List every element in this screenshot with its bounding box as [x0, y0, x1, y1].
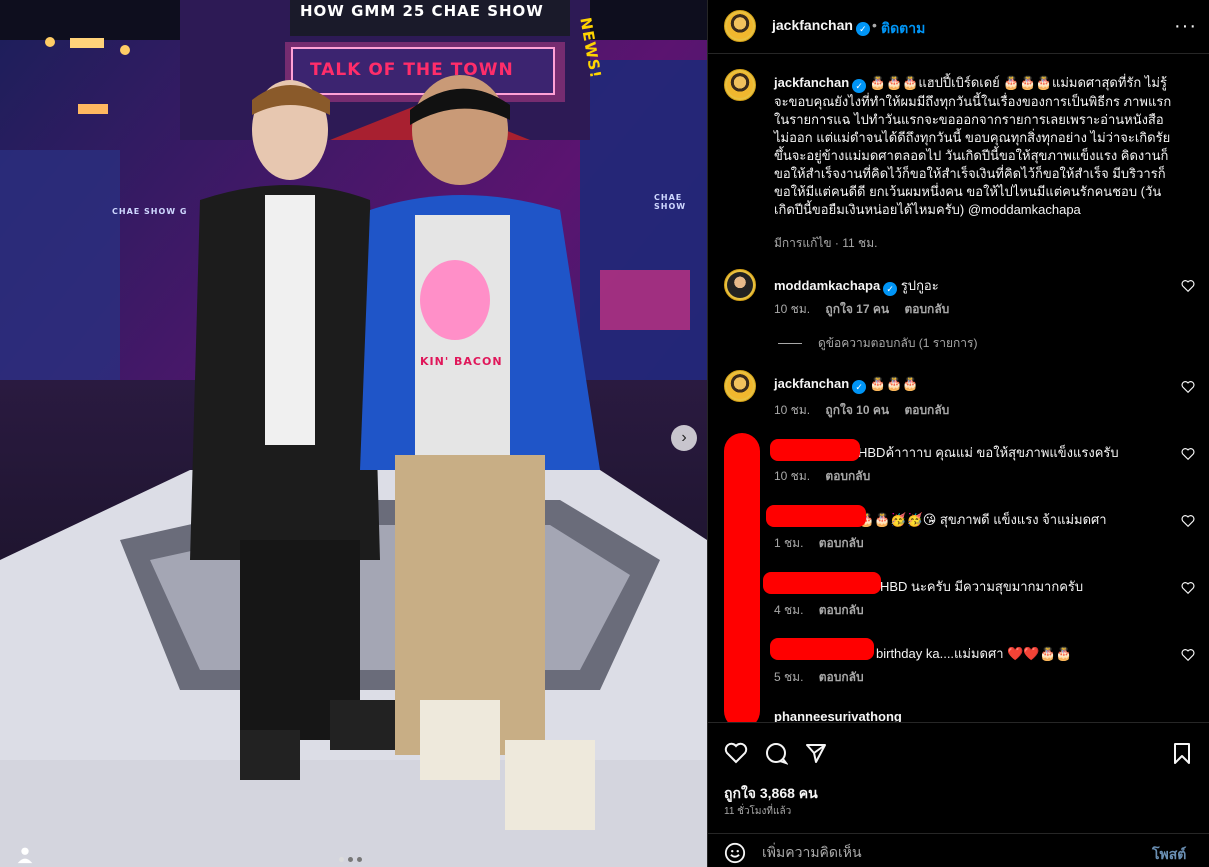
comment-body: HBD นะครับ มีความสุขมากมากครับ — [880, 579, 1084, 594]
reply-button[interactable]: ตอบกลับ — [825, 469, 870, 483]
comment: birthday ka....แม่มดศา ❤️❤️🎂🎂 — [876, 643, 1072, 664]
like-count[interactable]: ถูกใจ 3,868 คน — [724, 783, 818, 805]
comment-icon[interactable] — [764, 741, 788, 765]
comment-username[interactable]: phanneesurivathong — [774, 709, 902, 722]
comment-meta: 1 ชม. ตอบกลับ — [774, 534, 876, 553]
comment-time: 10 ชม. — [774, 302, 811, 316]
carousel-next-button[interactable]: › — [671, 425, 697, 451]
post-actions: ถูกใจ 3,868 คน 11 ชั่วโมงที่แล้ว โพสต์ — [708, 722, 1209, 867]
comment-body: birthday ka....แม่มดศา ❤️❤️🎂🎂 — [876, 646, 1072, 661]
stage-sign-small-left: CHAE SHOW G — [112, 207, 188, 216]
comment-meta: 10 ชม. ถูกใจ 17 คน ตอบกลับ — [774, 300, 961, 319]
comment-time: 10 ชม. — [774, 403, 811, 417]
stage-sign-main: TALK OF THE TOWN — [310, 60, 514, 80]
like-icon[interactable] — [724, 741, 748, 765]
share-icon[interactable] — [804, 741, 828, 765]
caption-body: 🎂🎂🎂แฮปปี้เบิร์ดเดย์ 🎂🎂🎂แม่มดศาสุดที่รัก … — [774, 75, 1172, 217]
verified-icon: ✓ — [855, 22, 870, 36]
reply-button[interactable]: ตอบกลับ — [819, 603, 864, 617]
comment-body: HBDค้าาาาบ คุณแม่ ขอให้สุขภาพแข็งแรงครับ — [858, 445, 1119, 460]
carousel-dot — [339, 857, 344, 862]
comment-body: รูปกูอะ — [900, 278, 939, 293]
comment: moddamkachapa ✓ รูปกูอะ — [774, 275, 939, 296]
comment-like-icon[interactable] — [1181, 514, 1195, 528]
comment: phanneesurivathong — [774, 709, 902, 722]
post-media[interactable]: HOW GMM 25 CHAE SHOW TALK OF THE TOWN NE… — [0, 0, 707, 867]
comment-like-icon[interactable] — [1181, 380, 1195, 394]
comment: HBDค้าาาาบ คุณแม่ ขอให้สุขภาพแข็งแรงครับ — [858, 442, 1119, 463]
redaction-mark — [763, 572, 881, 594]
comment-username[interactable]: moddamkachapa — [774, 278, 880, 293]
separator: • — [872, 17, 877, 33]
chevron-right-icon: › — [681, 429, 687, 446]
add-comment-bar: โพสต์ — [708, 833, 1209, 867]
post-panel: jackfanchan ✓ • ติดตาม ··· jackfanchan ✓ 🎂… — [707, 0, 1209, 867]
post-time: 11 ชั่วโมงที่แล้ว — [724, 806, 792, 817]
comment-meta: 4 ชม. ตอบกลับ — [774, 601, 876, 620]
comment-meta: 10 ชม. ถูกใจ 10 คน ตอบกลับ — [774, 401, 961, 420]
caption-meta: มีการแก้ไข · 11 ชม. — [774, 236, 878, 250]
comment: 🎂🎂🥳🥳😘 สุขภาพดี แข็งแรง จ้าแม่มดศา — [858, 509, 1107, 530]
verified-icon: ✓ — [883, 282, 898, 296]
comment-body: 🎂🎂🥳🥳😘 สุขภาพดี แข็งแรง จ้าแม่มดศา — [858, 512, 1107, 527]
comment-likes[interactable]: ถูกใจ 17 คน — [825, 302, 889, 316]
comment-meta: 10 ชม. ตอบกลับ — [774, 467, 882, 486]
comment: HBD นะครับ มีความสุขมากมากครับ — [880, 576, 1083, 597]
comment-like-icon[interactable] — [1181, 581, 1195, 595]
post-header: jackfanchan ✓ • ติดตาม ··· — [708, 0, 1209, 54]
caption-username[interactable]: jackfanchan — [774, 75, 849, 90]
comment: jackfanchan ✓ 🎂🎂🎂 — [774, 376, 918, 394]
avatar[interactable] — [724, 69, 756, 101]
caption: jackfanchan ✓ 🎂🎂🎂แฮปปี้เบิร์ดเดย์ 🎂🎂🎂แม่ม… — [774, 74, 1174, 219]
verified-icon: ✓ — [852, 79, 867, 93]
avatar[interactable] — [724, 10, 756, 42]
redaction-mark — [766, 505, 866, 527]
comment-time: 5 ชม. — [774, 670, 804, 684]
comment-body: 🎂🎂🎂 — [869, 376, 919, 391]
comment-input[interactable] — [762, 839, 1132, 865]
reply-button[interactable]: ตอบกลับ — [904, 403, 949, 417]
stage-sign-small-right: CHAE SHOW — [654, 193, 687, 211]
view-replies-label[interactable]: ดูข้อความตอบกลับ (1 รายการ) — [818, 336, 977, 350]
redaction-mark — [724, 433, 760, 722]
comment-time: 1 ชม. — [774, 536, 804, 550]
reply-button[interactable]: ตอบกลับ — [904, 302, 949, 316]
reply-button[interactable]: ตอบกลับ — [819, 536, 864, 550]
carousel-dot — [357, 857, 362, 862]
verified-icon: ✓ — [852, 380, 867, 394]
carousel-dot — [348, 857, 353, 862]
follow-button[interactable]: ติดตาม — [881, 18, 925, 40]
comment-likes[interactable]: ถูกใจ 10 คน — [825, 403, 889, 417]
user-tag-icon[interactable] — [14, 843, 36, 865]
comment-time: 10 ชม. — [774, 469, 811, 483]
bookmark-icon[interactable] — [1170, 741, 1194, 765]
comment-like-icon[interactable] — [1181, 279, 1195, 293]
carousel-dots — [339, 857, 362, 862]
header-username[interactable]: jackfanchan ✓ — [772, 17, 870, 36]
more-options-icon[interactable]: ··· — [1174, 15, 1197, 38]
comments-list[interactable]: jackfanchan ✓ 🎂🎂🎂แฮปปี้เบิร์ดเดย์ 🎂🎂🎂แม่ม… — [708, 55, 1209, 722]
avatar[interactable] — [724, 370, 756, 402]
reply-button[interactable]: ตอบกลับ — [819, 670, 864, 684]
comment-meta: 5 ชม. ตอบกลับ — [774, 668, 876, 687]
username-text[interactable]: jackfanchan — [772, 17, 853, 33]
view-replies-button[interactable]: ดูข้อความตอบกลับ (1 รายการ) — [778, 334, 977, 353]
shirt-print: KIN' BACON — [420, 355, 503, 368]
redaction-mark — [770, 439, 860, 461]
avatar[interactable] — [724, 269, 756, 301]
redaction-mark — [770, 638, 874, 660]
comment-like-icon[interactable] — [1181, 648, 1195, 662]
stage-sign-top: HOW GMM 25 CHAE SHOW — [300, 2, 544, 20]
photo — [0, 0, 707, 867]
emoji-icon[interactable] — [724, 842, 746, 864]
divider — [778, 343, 802, 345]
comment-username[interactable]: jackfanchan — [774, 376, 849, 391]
comment-time: 4 ชม. — [774, 603, 804, 617]
post-button[interactable]: โพสต์ — [1152, 844, 1186, 866]
comment-like-icon[interactable] — [1181, 447, 1195, 461]
